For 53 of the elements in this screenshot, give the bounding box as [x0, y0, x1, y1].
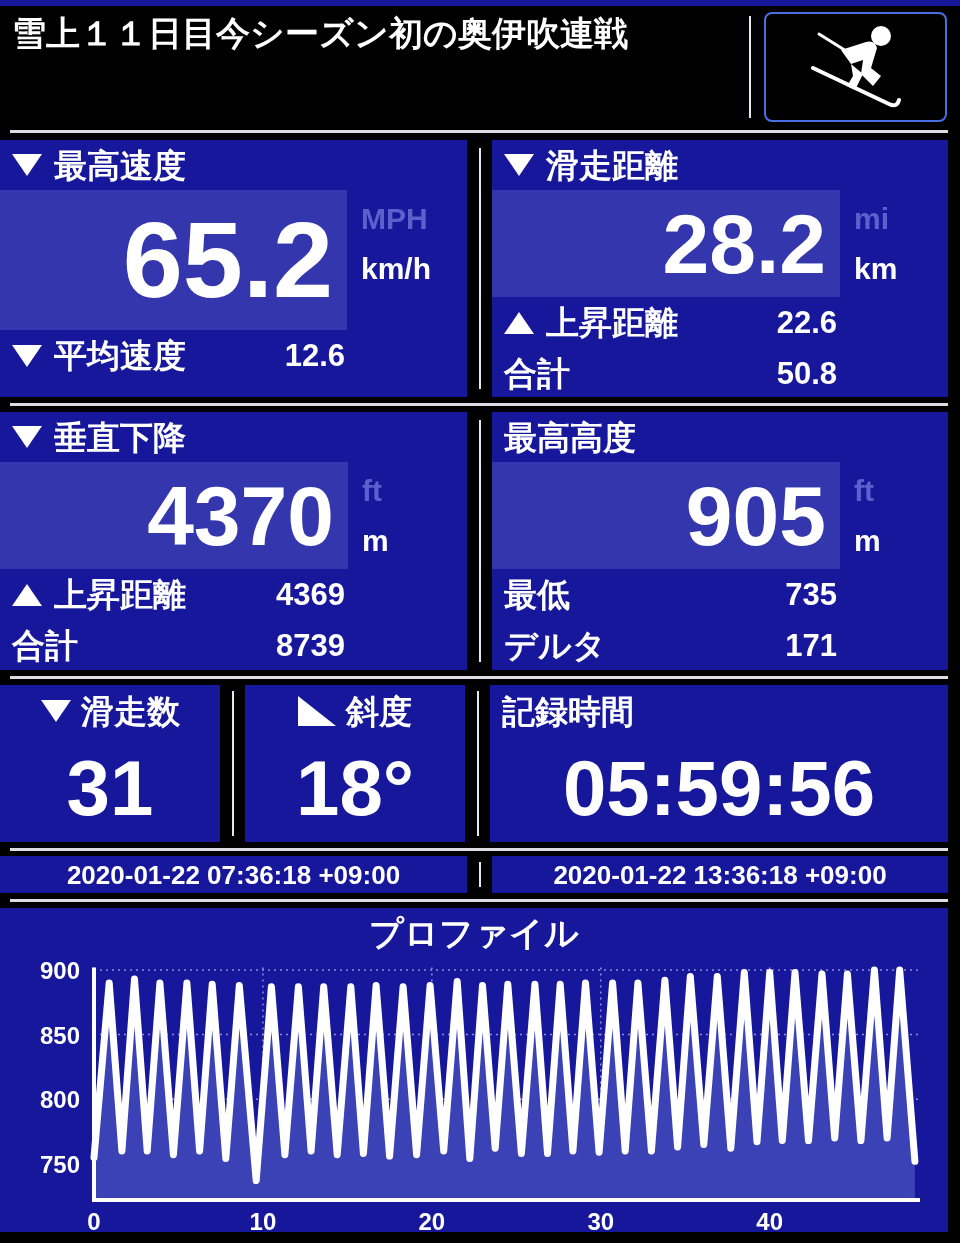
x-tick-label: 40: [756, 1208, 783, 1232]
slope-icon: [298, 696, 336, 726]
ski-mode-button[interactable]: [764, 12, 947, 122]
metric-label: 記録時間: [502, 694, 634, 728]
stat-value: 171: [785, 630, 837, 661]
stat-value: 4369: [276, 579, 345, 610]
stat-value: 735: [785, 579, 837, 610]
down-triangle-icon: [12, 424, 42, 450]
down-triangle-icon: [12, 152, 42, 178]
metric-label: 最高速度: [54, 148, 186, 182]
y-tick-label: 750: [39, 1150, 80, 1178]
metric-label: 斜度: [346, 694, 412, 728]
stat-label: 上昇距離: [54, 578, 186, 611]
unit-option[interactable]: km: [854, 244, 898, 294]
stat-value: 12.6: [284, 340, 345, 371]
stat-label: 平均速度: [54, 339, 186, 372]
chart-title: プロファイル: [369, 916, 579, 950]
stat-label: デルタ: [504, 629, 606, 662]
stat-value: 8739: [276, 630, 345, 661]
x-tick-label: 20: [418, 1208, 446, 1232]
x-tick-label: 30: [587, 1208, 615, 1232]
timestamp: 2020-01-22 07:36:18 +09:00: [66, 861, 401, 888]
stat-label: 上昇距離: [546, 306, 678, 339]
metric-value: 28.2: [662, 201, 826, 286]
metric-value: 31: [66, 748, 154, 827]
metric-label: 滑走距離: [546, 148, 678, 182]
down-triangle-icon: [504, 152, 534, 178]
stat-label: 最低: [504, 578, 570, 611]
unit-option[interactable]: km/h: [361, 244, 432, 294]
metric-label: 垂直下降: [54, 420, 186, 454]
y-tick-label: 850: [39, 1021, 80, 1049]
skier-icon: [810, 24, 901, 110]
metric-value: 4370: [147, 473, 334, 558]
stat-value: 22.6: [776, 307, 837, 338]
x-tick-label: 10: [249, 1208, 277, 1232]
down-triangle-icon: [12, 342, 42, 369]
unit-option[interactable]: m: [854, 516, 881, 566]
metric-value: 905: [685, 473, 826, 558]
stat-value: 50.8: [776, 358, 837, 389]
metric-value: 05:59:56: [562, 748, 876, 827]
metric-label: 最高高度: [504, 420, 636, 454]
timestamp: 2020-01-22 13:36:18 +09:00: [553, 861, 887, 888]
x-tick-label: 0: [87, 1208, 101, 1232]
stat-label: 合計: [12, 629, 78, 662]
metric-value: 18°: [296, 748, 414, 827]
stat-label: 合計: [504, 357, 570, 390]
down-triangle-icon: [40, 698, 71, 724]
metric-value: 65.2: [122, 206, 333, 314]
y-tick-label: 800: [39, 1086, 80, 1114]
metric-label: 滑走数: [80, 694, 180, 728]
page-title: 雪上１１日目今シーズン初の奥伊吹連戦: [11, 13, 629, 54]
unit-option[interactable]: m: [362, 516, 389, 566]
y-tick-label: 900: [39, 958, 80, 984]
